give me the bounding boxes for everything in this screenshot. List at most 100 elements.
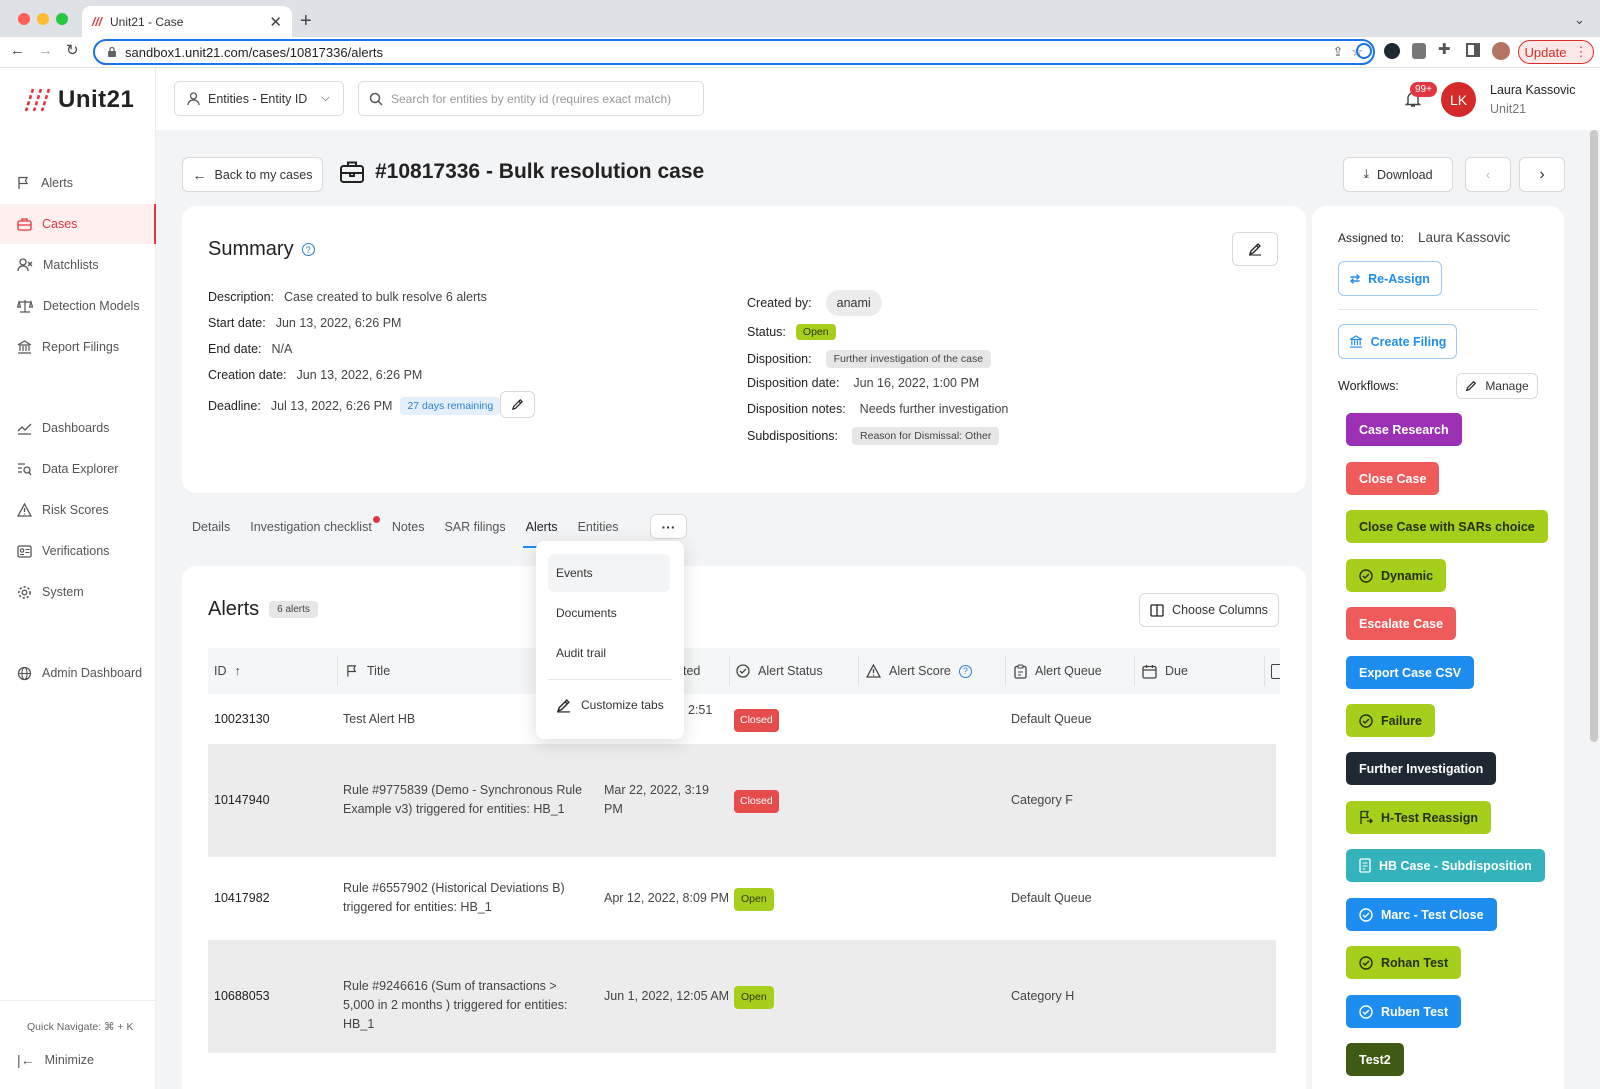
sidebar-item-label: Dashboards [42,421,110,435]
workflow-close-case-sars-button[interactable]: Close Case with SARs choice [1346,510,1548,543]
reload-icon[interactable]: ↻ [66,41,79,59]
alert-title[interactable]: Rule #9246616 (Sum of transactions > 5,0… [343,977,588,1034]
extension-icon-3[interactable] [1412,43,1426,59]
extension-icon-2[interactable] [1384,43,1400,59]
manage-workflows-button[interactable]: Manage [1456,373,1538,399]
user-avatar[interactable]: LK [1441,82,1476,117]
flag-icon [347,665,357,677]
profile-avatar-icon[interactable] [1492,42,1510,60]
zoom-window-button[interactable] [56,13,68,25]
column-alert-queue[interactable]: Alert Queue [1014,648,1102,694]
sidebar-item-cases[interactable]: Cases [0,204,156,244]
new-tab-icon[interactable]: + [300,10,312,33]
workflow-failure-button[interactable]: Failure [1346,704,1435,737]
browser-tab[interactable]: /// Unit21 - Case ✕ [82,6,292,37]
tab-list-chevron-icon[interactable]: ⌄ [1574,12,1585,28]
sidebar-item-data-explorer[interactable]: Data Explorer [0,449,156,489]
more-tabs-button[interactable]: ··· [650,514,687,539]
sidebar-item-alerts[interactable]: Alerts [0,163,156,203]
close-tab-icon[interactable]: ✕ [269,13,282,31]
alert-title[interactable]: Rule #9775839 (Demo - Synchronous Rule E… [343,781,583,819]
tab-notes[interactable]: Notes [392,520,425,540]
created-by-chip[interactable]: anami [825,290,882,316]
workflow-rohan-test-button[interactable]: Rohan Test [1346,946,1462,979]
column-title[interactable]: Title [346,648,390,694]
create-filing-button[interactable]: Create Filing [1338,324,1457,359]
close-window-button[interactable] [18,13,30,25]
workflow-case-research-button[interactable]: Case Research [1346,413,1462,446]
alerts-count-badge: 6 alerts [269,601,318,618]
share-icon[interactable]: ⇪ [1332,44,1343,60]
more-tabs-menu: Events Documents Audit trail Customize t… [536,541,684,739]
sidepanel-icon[interactable] [1466,43,1480,57]
tab-sar-filings[interactable]: SAR filings [444,520,505,540]
forward-nav-icon[interactable]: → [38,42,53,59]
reassign-button[interactable]: ⇄ Re-Assign [1338,261,1442,296]
column-created[interactable]: ted [683,648,700,694]
sidebar-item-admin-dashboard[interactable]: Admin Dashboard [0,653,156,693]
help-circle-icon[interactable]: ? [958,664,972,678]
back-nav-icon[interactable]: ← [10,42,25,59]
page-scrollbar[interactable] [1590,130,1598,742]
bank-icon [17,340,32,354]
edit-deadline-button[interactable] [500,391,535,418]
workflow-dynamic-button[interactable]: Dynamic [1346,559,1447,592]
prev-case-button[interactable]: ‹ [1465,157,1511,192]
column-label: Due [1165,664,1188,678]
alert-title[interactable]: Rule #6557902 (Historical Deviations B) … [343,879,583,917]
choose-columns-button[interactable]: Choose Columns [1139,593,1279,627]
workflow-test2-button[interactable]: Test2 [1346,1043,1404,1076]
minimize-window-button[interactable] [37,13,49,25]
column-id[interactable]: ID ↑ [214,648,241,694]
sidebar-item-report-filings[interactable]: Report Filings [0,327,156,367]
browser-update-button[interactable]: Update ⋮ [1518,40,1594,64]
workflow-ruben-test-button[interactable]: Ruben Test [1346,995,1462,1028]
sidebar-item-risk-scores[interactable]: Risk Scores [0,490,156,530]
menu-item-events[interactable]: Events [548,554,670,592]
workflow-hb-case-subdisposition-button[interactable]: HB Case - Subdisposition [1346,849,1545,882]
help-circle-icon[interactable]: ? [301,243,315,256]
minimize-sidebar-button[interactable]: |← Minimize [0,1040,156,1080]
download-button[interactable]: ⤓ Download [1343,157,1453,192]
column-alert-score[interactable]: Alert Score ? [866,648,972,694]
workflow-export-case-csv-button[interactable]: Export Case CSV [1346,656,1475,689]
description-value: Case created to bulk resolve 6 alerts [284,290,487,304]
sidebar-item-system[interactable]: System [0,572,156,612]
menu-item-documents[interactable]: Documents [548,594,670,632]
assignee-name: Laura Kassovic [1418,230,1511,245]
tab-alerts[interactable]: Alerts [526,520,558,540]
puzzle-icon[interactable]: ✚ [1438,40,1451,58]
tab-investigation-checklist[interactable]: Investigation checklist [250,516,380,540]
column-alert-status[interactable]: Alert Status [736,648,823,694]
check-circle-icon [1359,955,1373,970]
pencil-icon [1466,380,1477,392]
menu-item-audit-trail[interactable]: Audit trail [548,634,670,672]
back-to-cases-button[interactable]: ← Back to my cases [182,157,323,192]
workflow-escalate-case-button[interactable]: Escalate Case [1346,607,1457,640]
brand-logo[interactable]: Unit21 [24,86,134,114]
workflow-further-investigation-button[interactable]: Further Investigation [1346,752,1497,785]
sidebar-item-detection-models[interactable]: Detection Models [0,286,156,326]
deadline-label: Deadline: [208,399,261,413]
sidebar-item-dashboards[interactable]: Dashboards [0,408,156,448]
entity-type-select[interactable]: Entities - Entity ID ⌵ [174,81,344,116]
column-due[interactable]: Due [1142,648,1188,694]
tab-entities[interactable]: Entities [578,520,619,540]
sidebar-item-verifications[interactable]: Verifications [0,531,156,571]
url-bar[interactable]: sandbox1.unit21.com/cases/10817336/alert… [93,39,1375,65]
workflow-h-test-reassign-button[interactable]: H-Test Reassign [1346,801,1492,834]
workflow-marc-test-close-button[interactable]: Marc - Test Close [1346,898,1497,931]
edit-summary-button[interactable] [1232,232,1278,266]
sidebar-item-label: Alerts [41,176,73,190]
sidebar-item-matchlists[interactable]: Matchlists [0,245,156,285]
menu-item-customize-tabs[interactable]: Customize tabs [548,686,670,724]
entity-search-input[interactable]: Search for entities by entity id (requir… [358,81,704,116]
alert-created: 2:51 [688,703,713,717]
tab-details[interactable]: Details [192,520,230,540]
column-label: Alert Queue [1035,664,1102,678]
workflow-close-case-button[interactable]: Close Case [1346,462,1440,495]
extension-icon-1[interactable] [1356,43,1372,59]
status-badge: Open [734,888,774,911]
user-org: Unit21 [1490,102,1527,116]
next-case-button[interactable]: › [1519,157,1565,192]
